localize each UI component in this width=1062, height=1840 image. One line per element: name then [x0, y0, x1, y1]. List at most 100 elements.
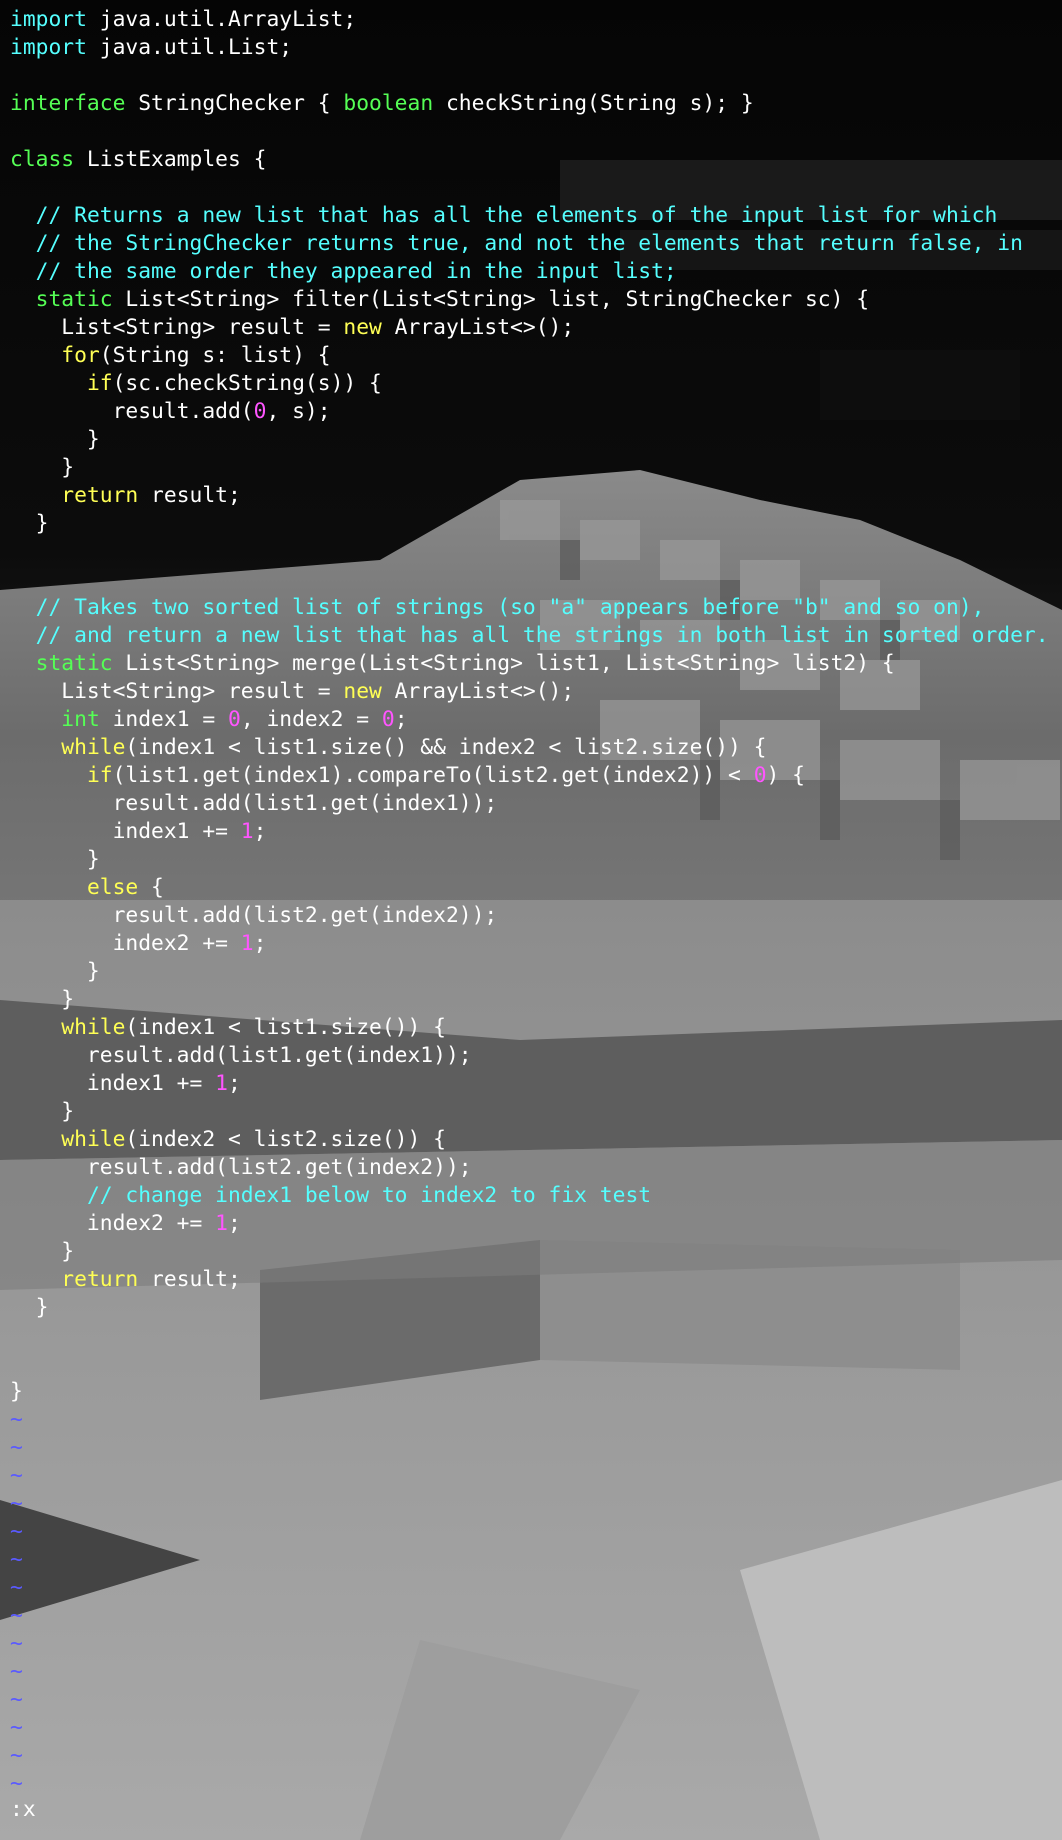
keyword-token: while	[61, 1127, 126, 1152]
vim-command-line[interactable]: :x	[10, 1796, 36, 1824]
empty-line-marker: ~	[10, 1659, 23, 1684]
code-line[interactable]: while(index1 < list1.size() && index2 < …	[10, 734, 1055, 762]
code-line[interactable]: while(index1 < list1.size()) {	[10, 1014, 1055, 1042]
code-token: ;	[394, 707, 408, 732]
number-token: 1	[215, 1211, 228, 1236]
comment-token: // the StringChecker returns true, and n…	[35, 231, 1023, 256]
keyword-token: static	[35, 287, 113, 312]
code-line[interactable]	[10, 1350, 1055, 1378]
code-token: List<String> merge(List<String> list1, L…	[112, 651, 895, 676]
code-line[interactable]: result.add(list1.get(index1));	[10, 790, 1055, 818]
code-token: ;	[253, 819, 267, 844]
empty-line-marker: ~	[10, 1575, 23, 1600]
code-token: }	[10, 959, 100, 984]
keyword-token: boolean	[343, 91, 434, 116]
code-line[interactable]: interface StringChecker { boolean checkS…	[10, 90, 1055, 118]
code-line[interactable]	[10, 174, 1055, 202]
comment-token: // change index1 below to index2 to fix …	[86, 1183, 652, 1208]
code-line[interactable]: // change index1 below to index2 to fix …	[10, 1182, 1055, 1210]
code-line[interactable]: result.add(list2.get(index2));	[10, 1154, 1055, 1182]
keyword-token: if	[86, 763, 113, 788]
code-line[interactable]: }	[10, 454, 1055, 482]
code-line[interactable]: return result;	[10, 482, 1055, 510]
code-line[interactable]: index1 += 1;	[10, 818, 1055, 846]
code-line[interactable]: int index1 = 0, index2 = 0;	[10, 706, 1055, 734]
code-token: {	[138, 875, 164, 900]
empty-line-marker: ~	[10, 1491, 23, 1516]
code-line[interactable]	[10, 118, 1055, 146]
code-line[interactable]	[10, 566, 1055, 594]
number-token: 0	[227, 707, 241, 732]
empty-line-marker: ~	[10, 1519, 23, 1544]
comment-token: // the same order they appeared in the i…	[35, 259, 677, 284]
code-token: checkString(String s); }	[433, 91, 754, 116]
code-line[interactable]: // and return a new list that has all th…	[10, 622, 1055, 650]
code-line[interactable]: }	[10, 1098, 1055, 1126]
code-line[interactable]: index2 += 1;	[10, 1210, 1055, 1238]
code-line[interactable]: result.add(list2.get(index2));	[10, 902, 1055, 930]
code-token: (index2 < list2.size()) {	[125, 1127, 446, 1152]
code-token: List<String> result =	[10, 679, 344, 704]
code-line[interactable]: static List<String> filter(List<String> …	[10, 286, 1055, 314]
code-line[interactable]: class ListExamples {	[10, 146, 1055, 174]
code-token: result.add(	[10, 399, 254, 424]
code-line[interactable]: result.add(0, s);	[10, 398, 1055, 426]
code-token: result.add(list2.get(index2));	[10, 903, 498, 928]
code-line[interactable]: }	[10, 1238, 1055, 1266]
code-token: }	[10, 1295, 49, 1320]
empty-line-marker: ~	[10, 1715, 23, 1740]
code-line[interactable]: List<String> result = new ArrayList<>();	[10, 678, 1055, 706]
code-line[interactable]: }	[10, 510, 1055, 538]
code-line[interactable]: // Returns a new list that has all the e…	[10, 202, 1055, 230]
code-token: , index2 =	[240, 707, 382, 732]
number-token: 1	[240, 819, 254, 844]
code-line[interactable]: import java.util.ArrayList;	[10, 6, 1055, 34]
empty-line-marker: ~	[10, 1463, 23, 1488]
code-token: (index1 < list1.size() && index2 < list2…	[125, 735, 767, 760]
keyword-token: new	[343, 679, 382, 704]
code-line[interactable]: }	[10, 958, 1055, 986]
code-line[interactable]: while(index2 < list2.size()) {	[10, 1126, 1055, 1154]
code-line[interactable]: else {	[10, 874, 1055, 902]
code-line[interactable]: }	[10, 426, 1055, 454]
code-line[interactable]: result.add(list1.get(index1));	[10, 1042, 1055, 1070]
code-line[interactable]	[10, 1322, 1055, 1350]
code-token: }	[10, 987, 75, 1012]
code-line[interactable]: if(list1.get(index1).compareTo(list2.get…	[10, 762, 1055, 790]
code-line[interactable]	[10, 538, 1055, 566]
code-line[interactable]: return result;	[10, 1266, 1055, 1294]
code-token: List<String> result =	[10, 315, 344, 340]
keyword-token: return	[61, 1267, 139, 1292]
code-line[interactable]: import java.util.List;	[10, 34, 1055, 62]
code-line[interactable]: static List<String> merge(List<String> l…	[10, 650, 1055, 678]
code-token: java.util.List;	[86, 35, 293, 60]
vim-editor-buffer[interactable]: import java.util.ArrayList; import java.u…	[10, 6, 1055, 1798]
code-line[interactable]: for(String s: list) {	[10, 342, 1055, 370]
keyword-token: while	[61, 735, 126, 760]
code-token: StringChecker {	[125, 91, 344, 116]
number-token: 0	[253, 399, 267, 424]
code-token: }	[10, 427, 100, 452]
code-line[interactable]: }	[10, 846, 1055, 874]
code-line[interactable]: // the StringChecker returns true, and n…	[10, 230, 1055, 258]
code-line[interactable]: index1 += 1;	[10, 1070, 1055, 1098]
code-line[interactable]: if(sc.checkString(s)) {	[10, 370, 1055, 398]
code-line[interactable]: List<String> result = new ArrayList<>();	[10, 314, 1055, 342]
code-line[interactable]: // Takes two sorted list of strings (so …	[10, 594, 1055, 622]
code-line[interactable]: index2 += 1;	[10, 930, 1055, 958]
code-line[interactable]: // the same order they appeared in the i…	[10, 258, 1055, 286]
code-line[interactable]	[10, 62, 1055, 90]
empty-line-marker: ~	[10, 1603, 23, 1628]
code-line[interactable]: }	[10, 986, 1055, 1014]
code-line[interactable]: }	[10, 1378, 1055, 1406]
code-line[interactable]: }	[10, 1294, 1055, 1322]
code-token: ArrayList<>();	[381, 679, 575, 704]
